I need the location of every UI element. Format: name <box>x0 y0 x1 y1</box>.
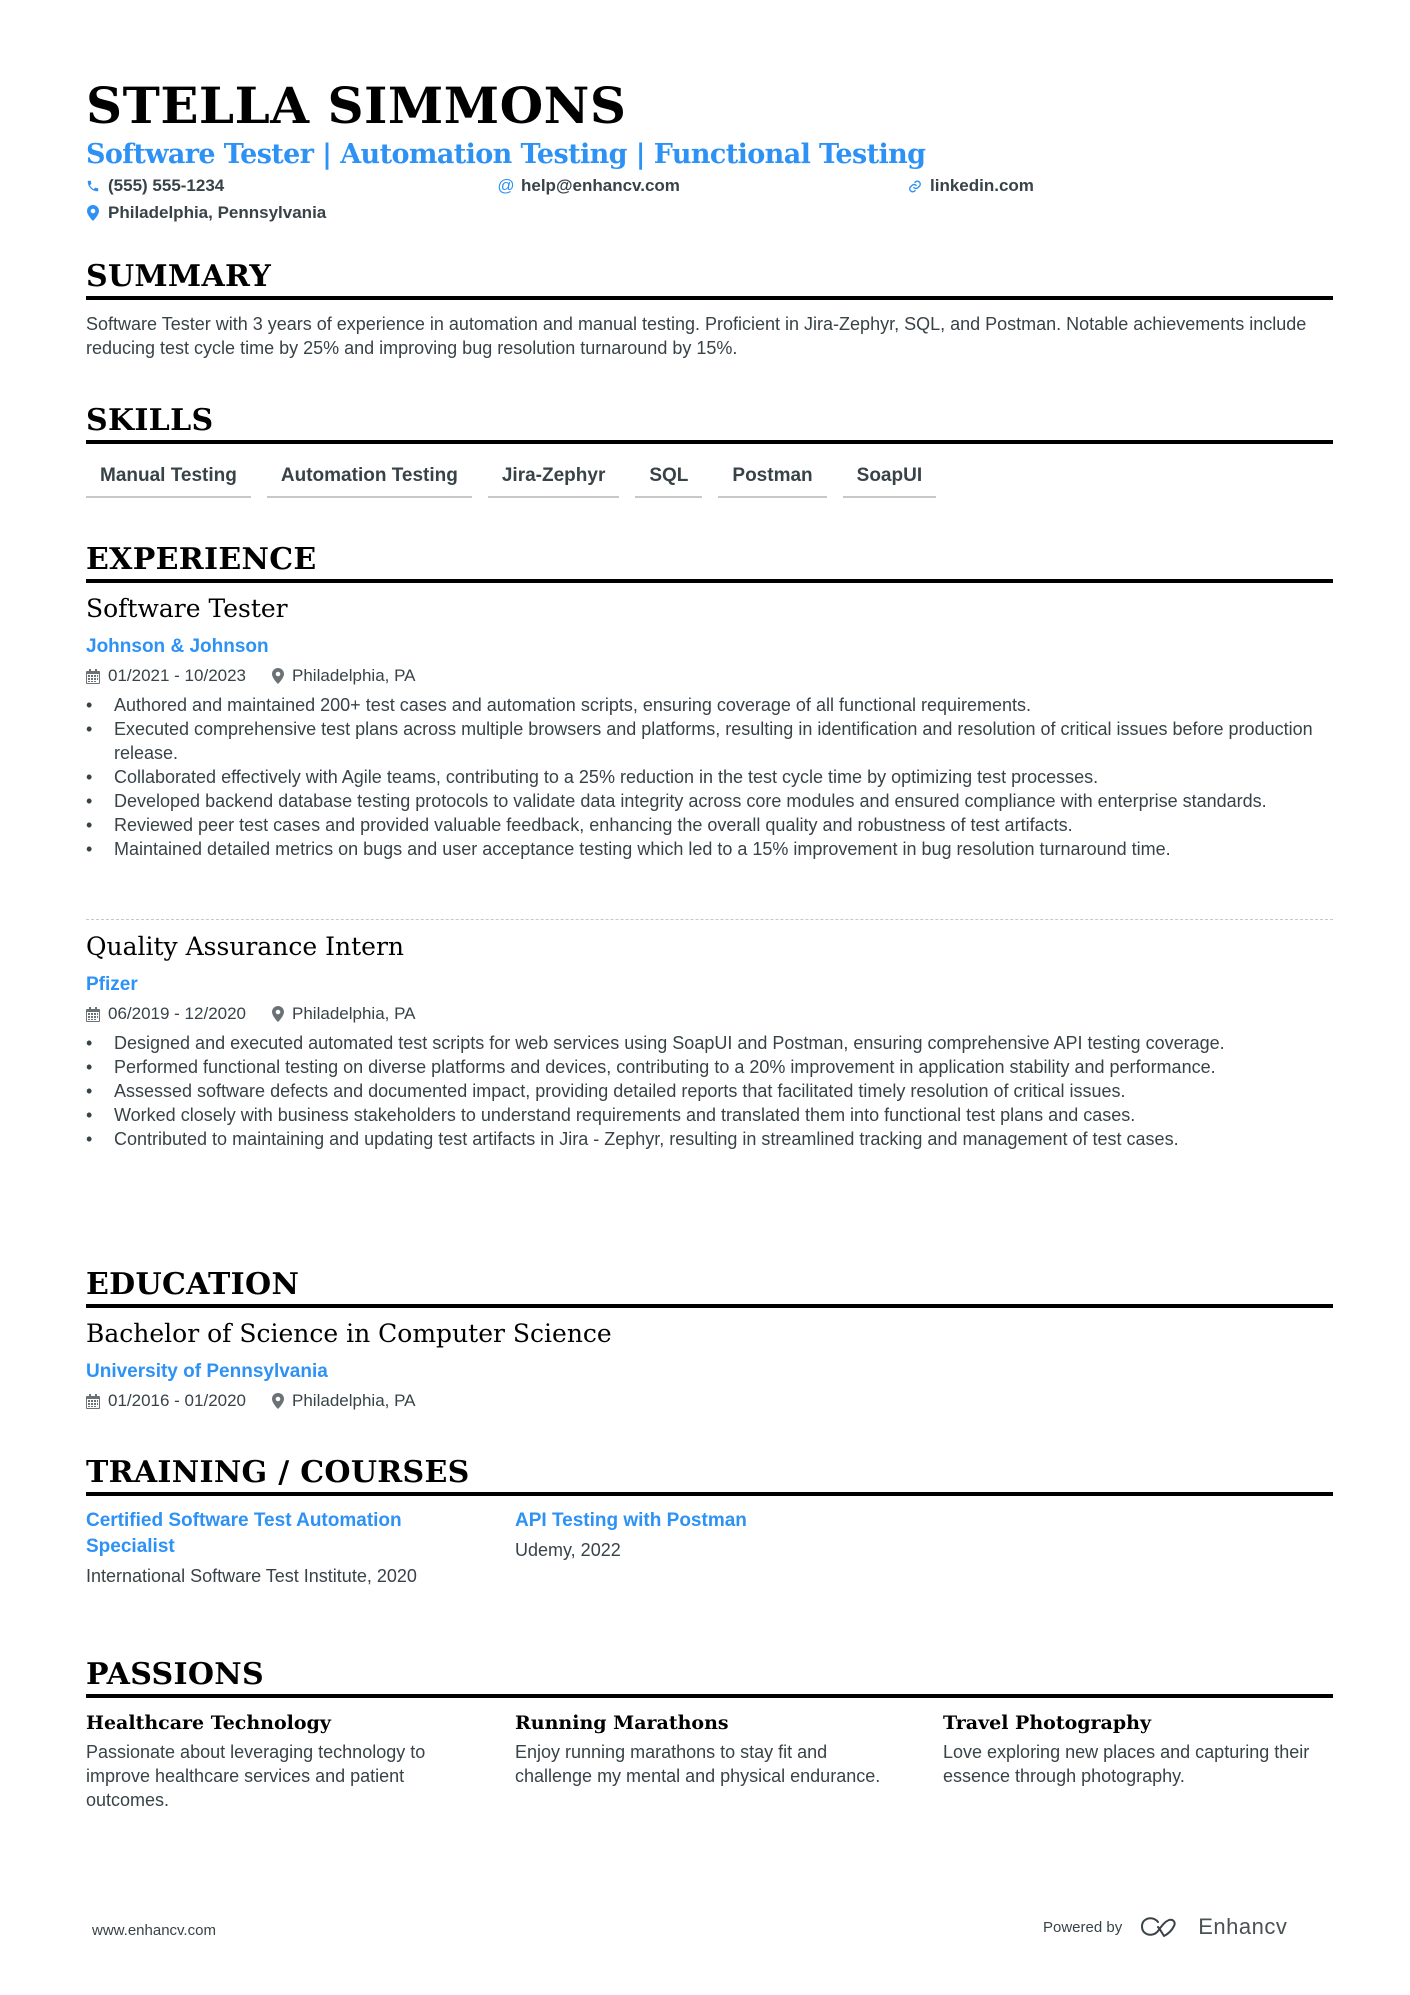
section-divider <box>86 440 1333 444</box>
passion-item: Healthcare Technology Passionate about l… <box>86 1710 476 1812</box>
enhancv-brand: Enhancv <box>1198 1914 1288 1939</box>
bullet-item: Executed comprehensive test plans across… <box>86 717 1333 765</box>
job-location: Philadelphia, PA <box>272 665 416 687</box>
contact-phone: (555) 555-1234 <box>86 175 224 197</box>
skill-chip: SoapUI <box>842 460 937 498</box>
linkedin-link[interactable]: linkedin.com <box>930 175 1034 197</box>
passion-title: Travel Photography <box>943 1712 1152 1734</box>
course-item: API Testing with Postman Udemy, 2022 <box>515 1508 905 1562</box>
skill-chip: Manual Testing <box>86 460 251 498</box>
passion-item: Travel Photography Love exploring new pl… <box>943 1710 1333 1788</box>
skills-list: Manual Testing Automation Testing Jira-Z… <box>86 460 937 498</box>
education-location: Philadelphia, PA <box>272 1390 416 1412</box>
education-meta: 01/2016 - 01/2020 Philadelphia, PA <box>86 1390 442 1412</box>
skill-chip: SQL <box>635 460 703 498</box>
job-dates: 06/2019 - 12/2020 <box>86 1003 246 1025</box>
passion-title: Running Marathons <box>515 1712 729 1734</box>
passion-title: Healthcare Technology <box>86 1712 331 1734</box>
section-divider <box>86 1694 1333 1698</box>
passion-description: Enjoy running marathons to stay fit and … <box>515 1742 881 1786</box>
degree-title: Bachelor of Science in Computer Science <box>86 1319 612 1348</box>
calendar-icon <box>86 1393 100 1409</box>
job-meta: 01/2021 - 10/2023 Philadelphia, PA <box>86 665 442 687</box>
map-pin-icon <box>272 1393 285 1409</box>
section-divider <box>86 1492 1333 1496</box>
enhancv-logo-icon <box>1141 1917 1176 1937</box>
contact-email[interactable]: @ help@enhancv.com <box>497 175 680 197</box>
email-link[interactable]: help@enhancv.com <box>521 175 680 197</box>
candidate-name: STELLA SIMMONS <box>86 76 627 135</box>
bullet-item: Maintained detailed metrics on bugs and … <box>86 837 1333 861</box>
skill-chip: Automation Testing <box>266 460 472 498</box>
job-meta: 06/2019 - 12/2020 Philadelphia, PA <box>86 1003 442 1025</box>
bullet-item: Collaborated effectively with Agile team… <box>86 765 1333 789</box>
entry-separator <box>86 919 1333 920</box>
phone-icon <box>86 178 100 194</box>
company-name: Pfizer <box>86 974 138 995</box>
education-dates: 01/2016 - 01/2020 <box>86 1390 246 1412</box>
summary-text: Software Tester with 3 years of experien… <box>86 314 1307 358</box>
passion-description: Love exploring new places and capturing … <box>943 1742 1310 1786</box>
job-bullets: Designed and executed automated test scr… <box>86 1031 1333 1151</box>
phone-text: (555) 555-1234 <box>108 176 225 195</box>
contact-location: Philadelphia, Pennsylvania <box>86 202 326 224</box>
section-divider <box>86 1304 1333 1308</box>
bullet-item: Performed functional testing on diverse … <box>86 1055 1333 1079</box>
skill-chip: Postman <box>718 460 827 498</box>
section-title-passions: PASSIONS <box>86 1657 264 1692</box>
course-item: Certified Software Test Automation Speci… <box>86 1508 476 1588</box>
location-text: Philadelphia, Pennsylvania <box>108 203 327 222</box>
job-location: Philadelphia, PA <box>272 1003 416 1025</box>
section-title-education: EDUCATION <box>86 1267 300 1302</box>
section-title-training: TRAINING / COURSES <box>86 1455 470 1490</box>
job-title: Quality Assurance Intern <box>86 932 404 961</box>
map-pin-icon <box>272 1006 285 1022</box>
contact-linkedin[interactable]: linkedin.com <box>908 175 1034 197</box>
course-name: API Testing with Postman <box>515 1510 747 1531</box>
course-source: International Software Test Institute, 2… <box>86 1566 417 1586</box>
section-title-experience: EXPERIENCE <box>86 542 317 577</box>
school-name: University of Pennsylvania <box>86 1361 328 1382</box>
bullet-item: Authored and maintained 200+ test cases … <box>86 693 1333 717</box>
at-icon: @ <box>497 176 515 195</box>
skill-chip: Jira-Zephyr <box>487 460 620 498</box>
footer-website-link[interactable]: www.enhancv.com <box>92 1922 216 1939</box>
section-title-skills: SKILLS <box>86 403 214 438</box>
job-title: Software Tester <box>86 594 288 623</box>
passion-item: Running Marathons Enjoy running marathon… <box>515 1710 905 1788</box>
powered-by-label: Powered by <box>1043 1918 1123 1936</box>
bullet-item: Worked closely with business stakeholder… <box>86 1103 1333 1127</box>
bullet-item: Developed backend database testing proto… <box>86 789 1333 813</box>
section-divider <box>86 296 1333 300</box>
section-title-summary: SUMMARY <box>86 259 272 294</box>
passion-description: Passionate about leveraging technology t… <box>86 1742 426 1810</box>
bullet-item: Designed and executed automated test scr… <box>86 1031 1333 1055</box>
calendar-icon <box>86 1006 100 1022</box>
candidate-headline: Software Tester | Automation Testing | F… <box>86 139 926 170</box>
job-bullets: Authored and maintained 200+ test cases … <box>86 693 1333 861</box>
bullet-item: Assessed software defects and documented… <box>86 1079 1333 1103</box>
link-icon <box>908 178 922 194</box>
course-name: Certified Software Test Automation Speci… <box>86 1510 402 1557</box>
map-pin-icon <box>86 205 100 221</box>
job-dates: 01/2021 - 10/2023 <box>86 665 246 687</box>
footer-powered-by[interactable]: Powered by Enhancv <box>1043 1914 1287 1940</box>
calendar-icon <box>86 668 100 684</box>
course-source: Udemy, 2022 <box>515 1540 621 1560</box>
map-pin-icon <box>272 668 285 684</box>
bullet-item: Contributed to maintaining and updating … <box>86 1127 1333 1151</box>
section-divider <box>86 579 1333 583</box>
company-name: Johnson & Johnson <box>86 636 269 657</box>
bullet-item: Reviewed peer test cases and provided va… <box>86 813 1333 837</box>
